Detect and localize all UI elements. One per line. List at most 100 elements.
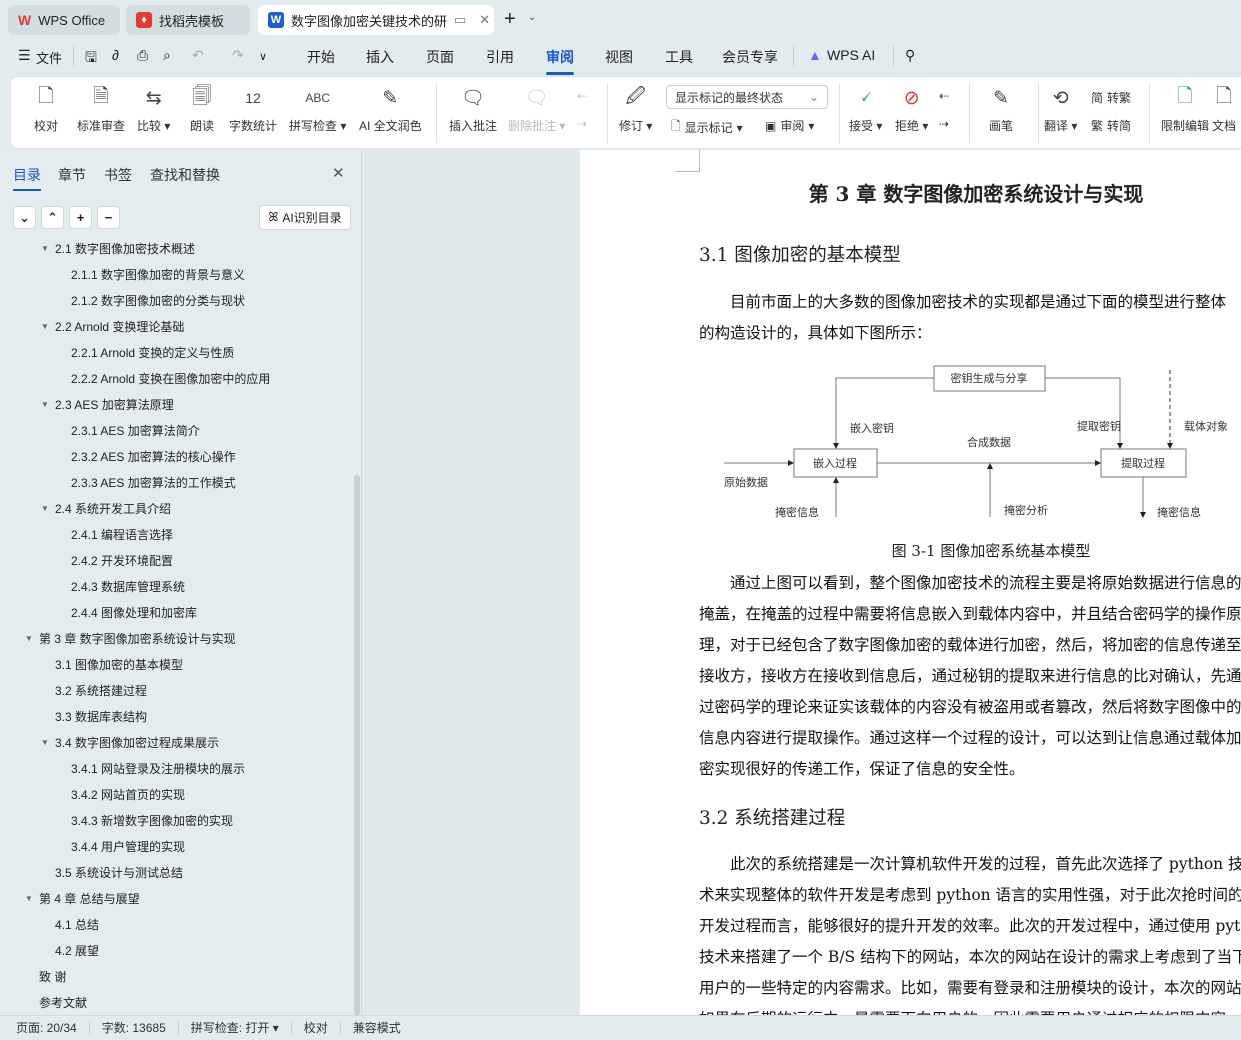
collapse-arrow-icon[interactable]: ▼ — [41, 400, 49, 409]
menu-page[interactable]: 页面 — [426, 47, 454, 67]
collapse-arrow-icon[interactable]: ▼ — [41, 244, 49, 253]
sidebar-scrollbar[interactable] — [354, 475, 360, 1015]
close-icon[interactable]: ✕ — [332, 164, 345, 182]
tab-bookmarks[interactable]: 书签 — [104, 165, 132, 185]
translate-button[interactable]: ⟲ 翻译 ▾ — [1044, 85, 1077, 134]
standard-review-button[interactable]: 🗎 标准审查 — [77, 85, 125, 134]
pen-button[interactable]: ✎ 画笔 — [988, 85, 1014, 134]
menu-member[interactable]: 会员专享 — [722, 47, 778, 67]
ai-toc-button[interactable]: ꕤ AI识别目录 — [259, 205, 351, 230]
toc-item[interactable]: ▼ 第 4 章 总结与展望 — [25, 885, 140, 911]
toc-item[interactable]: 3.4.4 用户管理的实现 — [71, 833, 185, 859]
word-count-button[interactable]: 12 字数统计 — [229, 85, 277, 134]
collapse-arrow-icon[interactable]: ▼ — [25, 634, 33, 643]
toc-item[interactable]: 3.4.2 网站首页的实现 — [71, 781, 185, 807]
toc-item[interactable]: 2.4.1 编程语言选择 — [71, 521, 173, 547]
track-changes-button[interactable]: 🖉 修订 ▾ — [619, 85, 652, 134]
toc-item[interactable]: ▼ 2.1 数字图像加密技术概述 — [41, 240, 195, 261]
print-icon[interactable]: ⎙ — [137, 47, 148, 64]
toc-item[interactable]: 4.1 总结 — [55, 911, 99, 937]
toc-item[interactable]: 2.4.4 图像处理和加密库 — [71, 599, 197, 625]
delete-comment-button[interactable]: 🗨 删除批注 ▾ — [508, 85, 565, 134]
collapse-arrow-icon[interactable]: ▼ — [41, 322, 49, 331]
toc-item[interactable]: 3.5 系统设计与测试总结 — [55, 859, 183, 885]
show-markup-button[interactable]: 🗋 显示标记 ▾ — [671, 117, 743, 138]
page-indicator[interactable]: 页面: 20/34 — [0, 1021, 90, 1035]
close-icon[interactable]: ✕ — [479, 12, 490, 28]
menu-view[interactable]: 视图 — [605, 47, 633, 67]
toc-item[interactable]: 3.3 数据库表结构 — [55, 703, 147, 729]
review-pane-button[interactable]: ▣ 审阅 ▾ — [765, 117, 814, 134]
markup-state-select[interactable]: 显示标记的最终状态 ⌄ — [666, 85, 828, 109]
spell-check-button[interactable]: ABC 拼写检查 ▾ — [289, 85, 346, 134]
undo-icon[interactable]: ↶ — [192, 47, 204, 64]
toc-item[interactable]: ▼ 3.4 数字图像加密过程成果展示 — [41, 729, 219, 755]
hamburger-icon[interactable]: ☰ — [18, 47, 31, 64]
paragraph-line[interactable]: 掩盖，在掩盖的过程中需要将信息嵌入到载体内容中，并且结合密码学的操作原 — [699, 602, 1241, 624]
paragraph-line[interactable]: 过密码学的理论来证实该载体的内容没有被盗用或者篡改，然后将数字图像中的 — [699, 695, 1241, 717]
toc-item[interactable]: ▼ 第 3 章 数字图像加密系统设计与实现 — [25, 625, 236, 651]
read-aloud-button[interactable]: 🗐 朗读 — [189, 85, 215, 134]
chevron-down-icon[interactable]: ∨ — [259, 50, 267, 63]
paragraph-line[interactable]: 如果在后期的运行中，是需要面向用户的，因此需要用户通过相应的权限内容 — [699, 1007, 1226, 1015]
next-change-icon[interactable]: ⇢ — [939, 117, 949, 131]
accept-button[interactable]: 🗸 接受 ▾ — [849, 85, 882, 134]
redo-icon[interactable]: ↷ — [232, 47, 244, 64]
proofread-button[interactable]: 🗋 校对 — [33, 85, 59, 134]
toc-item[interactable]: 2.2.1 Arnold 变换的定义与性质 — [71, 339, 234, 365]
toc-item[interactable]: 3.4.3 新增数字图像加密的实现 — [71, 807, 233, 833]
menu-references[interactable]: 引用 — [486, 47, 514, 67]
save-icon[interactable]: 🖫 — [85, 47, 97, 71]
toc-item[interactable]: 2.1.1 数字图像加密的背景与意义 — [71, 261, 245, 287]
toc-item[interactable]: ▼ 2.2 Arnold 变换理论基础 — [41, 313, 184, 339]
collapse-arrow-icon[interactable]: ▼ — [41, 504, 49, 513]
previous-comment-icon[interactable]: ⇠ — [577, 89, 587, 103]
expand-down-button[interactable]: ⌄ — [13, 206, 36, 229]
toc-item[interactable]: 2.4.3 数据库管理系统 — [71, 573, 185, 599]
tab-docer[interactable]: ♦ 找稻壳模板 — [126, 5, 250, 35]
toc-item[interactable]: 2.3.2 AES 加密算法的核心操作 — [71, 443, 236, 469]
add-heading-button[interactable]: + — [69, 206, 92, 229]
proofread-status[interactable]: 校对 — [292, 1021, 341, 1035]
to-simplified-button[interactable]: 繁转简 — [1091, 117, 1131, 134]
section-heading-3-2[interactable]: 3.2 系统搭建过程 — [699, 804, 845, 830]
toc-item[interactable]: ▼ 2.3 AES 加密算法原理 — [41, 391, 174, 417]
previous-change-icon[interactable]: ⇠ — [939, 89, 949, 103]
word-count[interactable]: 字数: 13685 — [90, 1021, 179, 1035]
toc-item[interactable]: 2.1.2 数字图像加密的分类与现状 — [71, 287, 245, 313]
document-button[interactable]: 🗋 文档 — [1211, 85, 1237, 134]
menu-wps-ai[interactable]: WPS AI — [827, 47, 875, 63]
spell-check-status[interactable]: 拼写检查: 打开 ▾ — [179, 1021, 292, 1035]
to-traditional-button[interactable]: 简转繁 — [1091, 89, 1131, 106]
print-preview-icon[interactable]: ⌕ — [163, 47, 171, 64]
reject-button[interactable]: ⊘ 拒绝 ▾ — [895, 85, 928, 134]
toc-item[interactable]: 2.3.3 AES 加密算法的工作模式 — [71, 469, 236, 495]
paragraph-line[interactable]: 接收方，接收方在接收到信息后，通过秘钥的提取来进行信息的比对确认，先通 — [699, 664, 1241, 686]
paragraph-line[interactable]: 技术来搭建了一个 B/S 结构下的网站，本次的网站在设计的需求上考虑到了当下 — [699, 945, 1241, 967]
toc-item[interactable]: 3.4.1 网站登录及注册模块的展示 — [71, 755, 245, 781]
search-icon[interactable]: ⚲ — [905, 47, 915, 64]
toc-item[interactable]: ▼ 2.4 系统开发工具介绍 — [41, 495, 171, 521]
collapse-arrow-icon[interactable]: ▼ — [25, 894, 33, 903]
restrict-edit-button[interactable]: 🗋 限制编辑 — [1161, 85, 1209, 134]
next-comment-icon[interactable]: ⇢ — [577, 117, 587, 131]
link-icon[interactable]: ∂ — [112, 47, 119, 63]
menu-file[interactable]: 文件 — [36, 48, 62, 67]
menu-review[interactable]: 审阅 — [546, 47, 574, 75]
compare-button[interactable]: ⇆ 比较 ▾ — [137, 85, 170, 134]
toc-item[interactable]: 2.4.2 开发环境配置 — [71, 547, 173, 573]
paragraph-line[interactable]: 开发过程而言，能够很好的提升开发的效率。此次的开发过程中，通过使用 python — [699, 914, 1241, 936]
remove-heading-button[interactable]: − — [97, 206, 120, 229]
tab-document[interactable]: W 数字图像加密关键技术的研究 ▭ ✕ — [258, 5, 494, 35]
toc-item[interactable]: 2.3.1 AES 加密算法简介 — [71, 417, 200, 443]
monitor-icon[interactable]: ▭ — [454, 12, 466, 28]
ai-polish-button[interactable]: ✎ AI 全文润色 — [359, 85, 422, 134]
paragraph-line[interactable]: 密实现很好的传递工作，保证了信息的安全性。 — [699, 757, 1025, 779]
tab-chapters[interactable]: 章节 — [58, 165, 86, 185]
toc-item[interactable]: 4.2 展望 — [55, 937, 99, 963]
new-tab-icon[interactable]: + — [504, 8, 516, 31]
collapse-up-button[interactable]: ⌃ — [41, 206, 64, 229]
insert-comment-button[interactable]: 🗨 插入批注 — [449, 85, 497, 134]
paragraph-line[interactable]: 理，对于已经包含了数字图像加密的载体进行加密，然后，将加密的信息传递至 — [699, 633, 1241, 655]
paragraph-line[interactable]: 术来实现整体的软件开发是考虑到 python 语言的实用性强，对于此次抢时间的 — [699, 883, 1241, 905]
